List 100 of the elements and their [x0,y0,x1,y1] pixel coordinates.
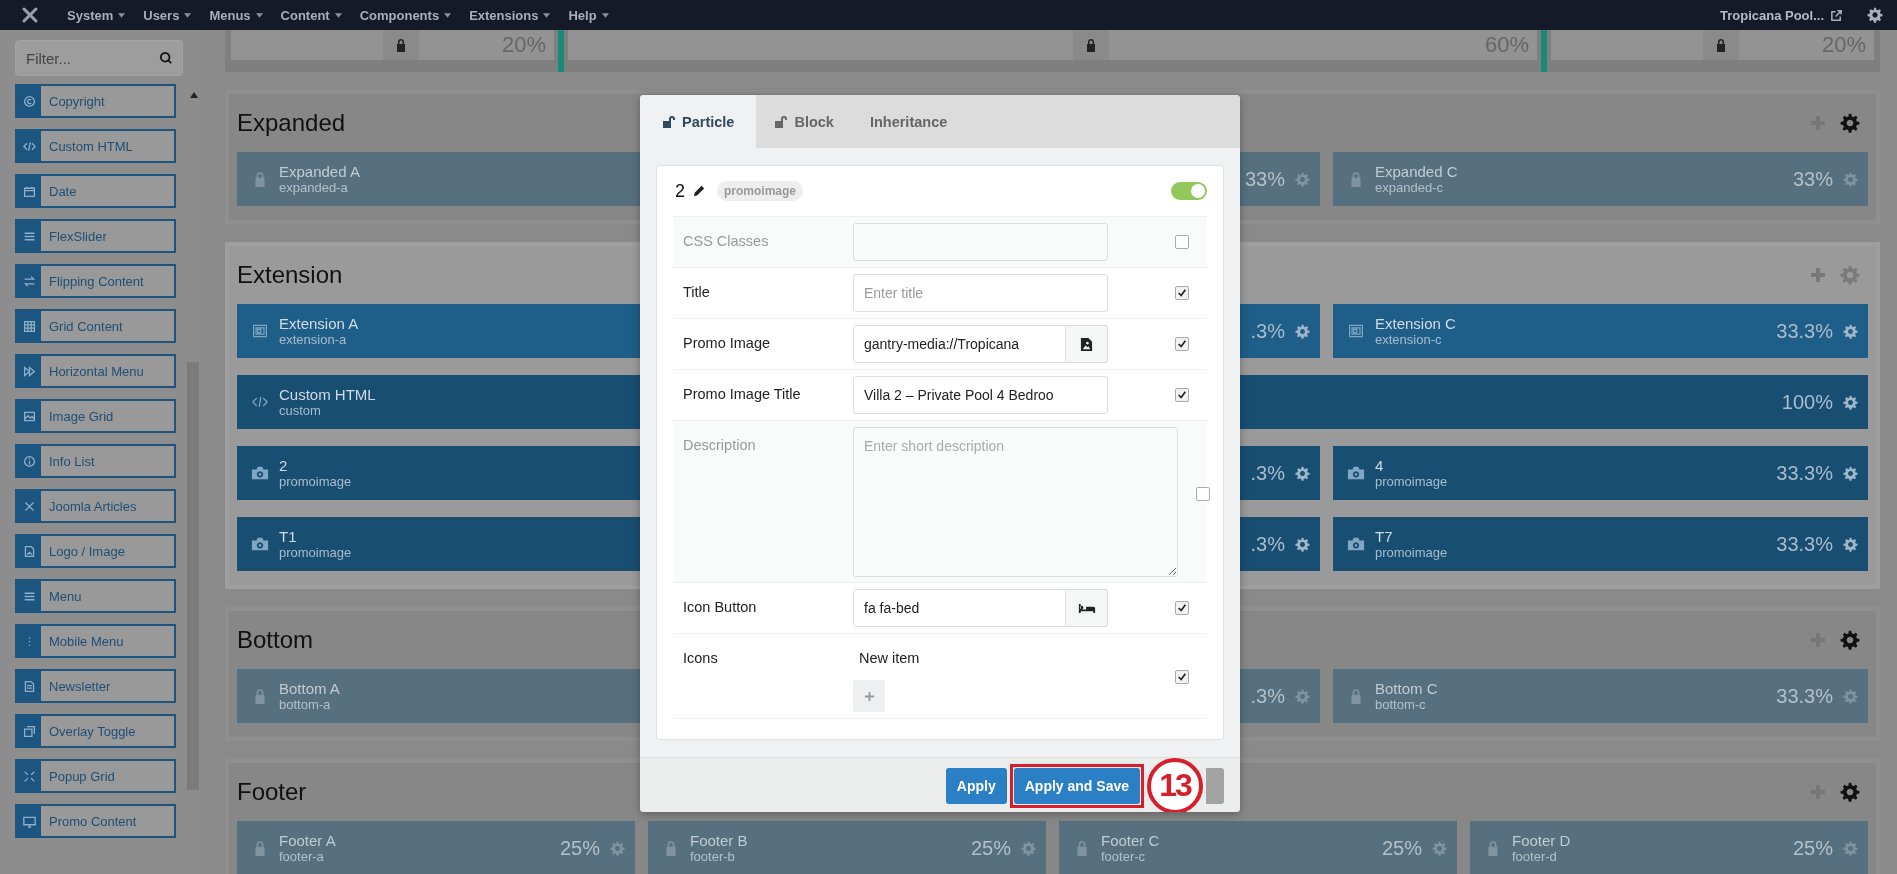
settings-icon[interactable] [1840,782,1860,802]
width-percent: .3% [1250,461,1285,485]
dialog-tab[interactable]: Particle [640,95,757,148]
external-link-icon [1830,8,1843,22]
settings-icon[interactable] [1843,536,1858,552]
particle-item[interactable]: Joomla Articles [15,489,176,523]
settings-icon[interactable] [1840,630,1860,650]
particle-item[interactable]: Image Grid [15,399,176,433]
particle-item[interactable]: Info List [15,444,176,478]
override-checkbox[interactable] [1175,388,1189,402]
particle-block[interactable]: T7 promoimage 33.3% [1333,517,1868,571]
pencil-icon[interactable] [693,185,705,197]
particle-item[interactable]: Overlay Toggle [15,714,176,748]
particle-title: Bottom A [279,680,340,697]
particle-name: 2 [675,180,685,202]
particle-block[interactable]: Footer C footer-c 25% [1059,821,1457,874]
particle-item[interactable]: Promo Content [15,804,176,838]
particle-type: footer-d [1512,849,1558,864]
particle-block[interactable]: Footer B footer-b 25% [648,821,1046,874]
apply-and-save-button[interactable]: Apply and Save [1013,767,1140,804]
text-field[interactable] [853,223,1108,261]
document-icon [22,679,36,693]
particle-type: footer-a [279,849,325,864]
particle-block[interactable]: Expanded C expanded-c 33% [1333,152,1868,206]
particle-block[interactable]: Extension C extension-c 33.3% [1333,304,1868,358]
camera-icon [251,465,269,481]
override-checkbox[interactable] [1175,235,1189,249]
logo-icon[interactable] [20,5,40,25]
nav-dropdown[interactable]: System [58,7,135,23]
width-percent: 25% [559,836,600,860]
scroll-up-arrow-icon[interactable] [190,92,198,98]
particle-type: expanded-a [279,180,349,195]
settings-icon[interactable] [1840,113,1860,133]
image-picker-button[interactable] [1066,325,1108,363]
particle-item[interactable]: Custom HTML [15,129,176,163]
nav-dropdown[interactable]: Menus [200,7,272,23]
field-label: Promo Image [683,334,772,351]
text-field[interactable]: fa fa-bed [853,589,1066,627]
site-link[interactable]: Tropicana Pool... [1719,7,1824,23]
particle-block[interactable]: Footer A footer-a 25% [237,821,635,874]
text-field[interactable]: Villa 2 – Private Pool 4 Bedroo [853,376,1108,414]
filter-field[interactable]: Filter... [15,40,183,76]
particle-item[interactable]: Flipping Content [15,264,176,298]
nav-dropdown[interactable]: Components [350,7,461,23]
particle-item[interactable]: Mobile Menu [15,624,176,658]
copyright-icon [22,94,36,108]
settings-icon[interactable] [1843,394,1858,410]
particle-item[interactable]: Menu [15,579,176,613]
enabled-toggle[interactable] [1171,182,1207,200]
apply-button[interactable]: Apply [945,767,1007,804]
particle-block[interactable]: Bottom C bottom-c 33.3% [1333,669,1868,723]
settings-icon[interactable] [1843,465,1858,481]
squares-icon [22,724,36,738]
description-field[interactable]: Enter short description [853,427,1178,577]
settings-icon[interactable] [1295,536,1310,552]
particle-item[interactable]: Newsletter [15,669,176,703]
particle-block[interactable]: 4 promoimage 33.3% [1333,446,1868,500]
list-item[interactable]: New item [853,650,920,666]
particle-title: Footer C [1101,832,1160,849]
dialog-tab[interactable]: Block [756,95,852,148]
icon-picker-button[interactable] [1066,589,1108,627]
expand-icon [22,769,36,783]
field-label: Promo Image Title [683,385,802,402]
section-title: Extension [237,261,343,289]
override-checkbox[interactable] [1175,670,1189,684]
settings-icon[interactable] [1867,7,1883,23]
override-checkbox[interactable] [1175,286,1189,300]
text-field[interactable]: gantry-media://Tropicana [853,325,1066,363]
width-percent: .3% [1250,319,1285,343]
particle-item[interactable]: Copyright [15,84,176,118]
particle-type: custom [279,403,322,418]
field-label: CSS Classes [683,232,770,249]
nav-dropdown[interactable]: Users [134,7,201,23]
particle-item[interactable]: Grid Content [15,309,176,343]
particle-item[interactable]: Popup Grid [15,759,176,793]
particle-title: Custom HTML [279,386,376,403]
particle-item[interactable]: Horizontal Menu [15,354,176,388]
particle-type: promoimage [279,474,352,489]
lock-icon [395,38,408,52]
particle-item[interactable]: Date [15,174,176,208]
nav-dropdown[interactable]: Help [559,7,618,23]
particle-item[interactable]: FlexSlider [15,219,176,253]
settings-icon[interactable] [1295,465,1310,481]
override-checkbox[interactable] [1175,601,1189,615]
secondary-button[interactable] [1206,767,1224,804]
particle-type: promoimage [1375,545,1448,560]
dialog-tab[interactable]: Inheritance [851,95,966,148]
nav-dropdown[interactable]: Extensions [460,7,560,23]
arrows-icon [22,274,36,288]
particle-block[interactable]: Footer D footer-d 25% [1470,821,1868,874]
text-field[interactable]: Enter title [853,274,1108,312]
nav-dropdown[interactable]: Content [271,7,351,23]
override-checkbox[interactable] [1196,487,1210,501]
module-icon [251,323,269,339]
camera-icon [1347,536,1365,552]
particle-item[interactable]: Logo / Image [15,534,176,568]
camera-icon [251,536,269,552]
checkmark-icon [1177,603,1187,613]
search-icon[interactable] [159,51,173,65]
override-checkbox[interactable] [1175,337,1189,351]
